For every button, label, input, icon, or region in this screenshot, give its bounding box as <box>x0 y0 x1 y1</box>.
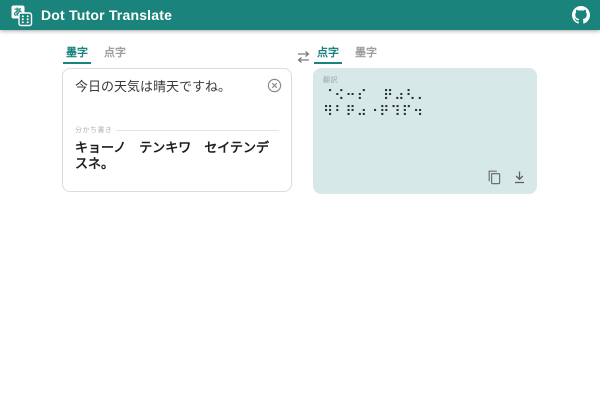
copy-button[interactable] <box>487 170 501 185</box>
braille-output-text: ⠈⠪⠒⠎ ⠟⠴⠣⠄ ⠻⠃⠟⠴⠐⠟⠹⠏⠲ <box>323 88 527 120</box>
tab-sumiji-output[interactable]: 墨字 <box>352 47 380 64</box>
divider <box>116 130 280 131</box>
output-panel: 点字 墨字 翻訳 ⠈⠪⠒⠎ ⠟⠴⠣⠄ ⠻⠃⠟⠴⠐⠟⠹⠏⠲ <box>313 47 537 194</box>
tab-tenji-output[interactable]: 点字 <box>314 47 342 64</box>
content-copy-icon <box>487 170 501 185</box>
wakachigaki-section: 分かち書き キョーノ テンキワ セイテンデスネ。 <box>75 125 279 172</box>
main-content: 墨字 点字 今日の天気は晴天ですね。 分かち書き キョーノ テンキワ セイテンデ… <box>0 30 600 400</box>
github-link[interactable] <box>572 6 590 24</box>
app-logo-icon: あ <box>10 4 33 27</box>
wakachigaki-text: キョーノ テンキワ セイテンデスネ。 <box>75 140 279 172</box>
wakachigaki-header: 分かち書き <box>75 125 279 135</box>
wakachigaki-label: 分かち書き <box>75 125 113 135</box>
clear-input-button[interactable] <box>267 78 282 93</box>
translation-output-box: 翻訳 ⠈⠪⠒⠎ ⠟⠴⠣⠄ ⠻⠃⠟⠴⠐⠟⠹⠏⠲ <box>313 68 537 194</box>
source-panel: 墨字 点字 今日の天気は晴天ですね。 分かち書き キョーノ テンキワ セイテンデ… <box>62 47 292 192</box>
app-header: あ Dot Tutor Translate <box>0 0 600 30</box>
output-tabs: 点字 墨字 <box>313 47 537 64</box>
source-card: 今日の天気は晴天ですね。 分かち書き キョーノ テンキワ セイテンデスネ。 <box>62 68 292 192</box>
cancel-circle-icon <box>267 78 282 93</box>
app-title: Dot Tutor Translate <box>41 7 172 23</box>
source-text-input[interactable]: 今日の天気は晴天ですね。 <box>75 79 279 95</box>
github-octocat-icon <box>572 6 590 24</box>
output-actions <box>487 170 526 185</box>
swap-direction-button[interactable] <box>295 50 312 64</box>
download-button[interactable] <box>513 170 526 185</box>
tab-tenji-source[interactable]: 点字 <box>101 47 129 64</box>
swap-horizontal-icon <box>295 50 312 64</box>
download-icon <box>513 170 526 185</box>
translation-label: 翻訳 <box>323 75 527 85</box>
tab-sumiji-source[interactable]: 墨字 <box>63 47 91 64</box>
source-tabs: 墨字 点字 <box>62 47 292 64</box>
